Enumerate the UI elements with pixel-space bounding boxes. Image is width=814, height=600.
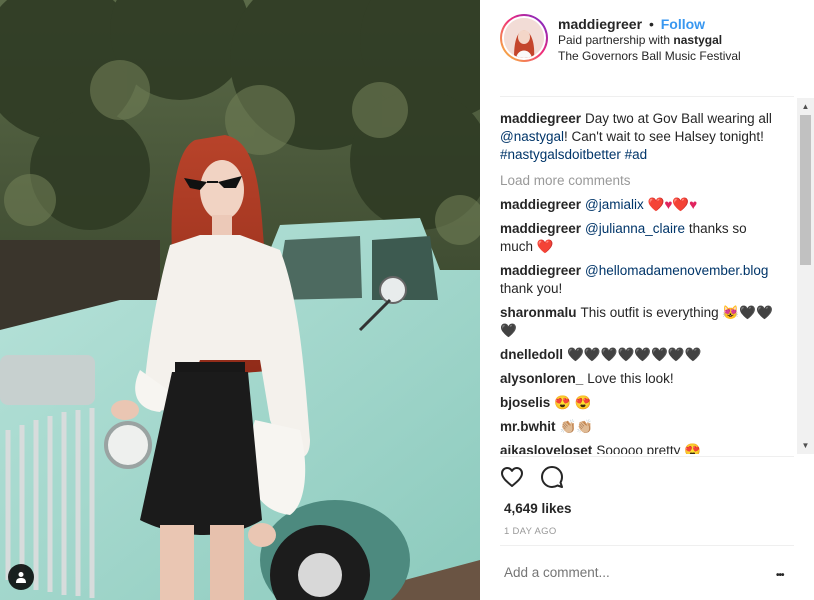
comment-username[interactable]: dnelledoll bbox=[500, 347, 563, 362]
hashtag-link[interactable]: #ad bbox=[625, 147, 648, 162]
comment-item: mr.bwhit 👏🏼👏🏼 bbox=[500, 418, 778, 436]
comment-emoji: 🖤🖤🖤🖤🖤🖤🖤🖤 bbox=[567, 347, 702, 362]
comment-emoji: ❤️ bbox=[536, 239, 554, 254]
person-tag-icon bbox=[15, 571, 27, 583]
comment-username[interactable]: mr.bwhit bbox=[500, 419, 556, 434]
post-timestamp[interactable]: 1 DAY AGO bbox=[504, 526, 557, 537]
caption-text-2: ! Can't wait to see Halsey tonight! bbox=[564, 129, 764, 144]
caption-text: Day two at Gov Ball wearing all bbox=[585, 111, 772, 126]
header-username[interactable]: maddiegreer bbox=[558, 16, 642, 32]
comment-username[interactable]: maddiegreer bbox=[500, 263, 581, 278]
comment-mention[interactable]: @julianna_claire bbox=[585, 221, 685, 236]
comment-text: Love this look! bbox=[587, 371, 674, 386]
tagged-people-button[interactable] bbox=[8, 564, 34, 590]
comment-emoji: 😍 😍 bbox=[554, 395, 592, 410]
comment-item: bjoselis 😍 😍 bbox=[500, 394, 778, 412]
comment-item: maddiegreer @jamialix ❤️♥❤️♥ bbox=[500, 196, 778, 214]
partnership-prefix: Paid partnership with bbox=[558, 33, 674, 47]
comment-item: maddiegreer @julianna_claire thanks so mu… bbox=[500, 220, 778, 256]
post-header: maddiegreer • Follow Paid partnership wi… bbox=[480, 0, 814, 96]
ellipsis-icon: ••• bbox=[776, 570, 784, 581]
action-bar bbox=[500, 465, 580, 489]
comment-mention[interactable]: @jamialix bbox=[585, 197, 644, 212]
post-side-panel: maddiegreer • Follow Paid partnership wi… bbox=[480, 0, 814, 600]
comment-username[interactable]: bjoselis bbox=[500, 395, 550, 410]
comment-username[interactable]: maddiegreer bbox=[500, 221, 581, 236]
scroll-up-icon[interactable]: ▲ bbox=[797, 98, 814, 115]
comment-text: This outfit is everything bbox=[580, 305, 723, 320]
paid-partnership: Paid partnership with nastygal bbox=[558, 32, 741, 48]
comment-mention[interactable]: @hellomadamenovember.blog bbox=[585, 263, 768, 278]
comments-scrollbar[interactable]: ▲ ▼ bbox=[797, 98, 814, 454]
follow-button[interactable]: Follow bbox=[661, 16, 705, 32]
caption-mention[interactable]: @nastygal bbox=[500, 129, 564, 144]
load-more-comments-button[interactable]: Load more comments bbox=[500, 172, 778, 190]
photo-illustration bbox=[0, 0, 480, 600]
comment-item: dnelledoll 🖤🖤🖤🖤🖤🖤🖤🖤 bbox=[500, 346, 778, 364]
location-link[interactable]: The Governors Ball Music Festival bbox=[558, 48, 741, 64]
comment-item: aikasloveloset Sooooo pretty 😍 bbox=[500, 442, 778, 454]
comments-divider bbox=[500, 456, 794, 457]
caption: maddiegreer Day two at Gov Ball wearing a… bbox=[500, 110, 778, 164]
comment-username[interactable]: alysonloren_ bbox=[500, 371, 583, 386]
scroll-down-icon[interactable]: ▼ bbox=[797, 437, 814, 454]
header-divider bbox=[500, 96, 794, 97]
comment-username[interactable]: aikasloveloset bbox=[500, 443, 592, 454]
caption-username[interactable]: maddiegreer bbox=[500, 111, 581, 126]
avatar[interactable] bbox=[500, 14, 548, 62]
avatar-image bbox=[504, 18, 544, 58]
hashtag-link[interactable]: #nastygalsdoitbetter bbox=[500, 147, 621, 162]
comment-item: maddiegreer @hellomadamenovember.blog tha… bbox=[500, 262, 778, 298]
comment-username[interactable]: maddiegreer bbox=[500, 197, 581, 212]
comments-list[interactable]: maddiegreer Day two at Gov Ball wearing a… bbox=[500, 110, 778, 454]
speech-bubble-icon[interactable] bbox=[540, 465, 564, 489]
footer-divider bbox=[500, 545, 794, 546]
comment-item: alysonloren_ Love this look! bbox=[500, 370, 778, 388]
post-photo[interactable] bbox=[0, 0, 480, 600]
like-count[interactable]: 4,649 likes bbox=[504, 501, 572, 516]
heart-outline-icon[interactable] bbox=[500, 465, 524, 489]
separator-dot: • bbox=[648, 16, 654, 32]
comment-emoji: 👏🏼👏🏼 bbox=[559, 419, 594, 434]
more-options-button[interactable]: ••• bbox=[776, 566, 784, 581]
add-comment-input[interactable] bbox=[504, 565, 764, 580]
comment-username[interactable]: sharonmalu bbox=[500, 305, 577, 320]
post-dialog: maddiegreer • Follow Paid partnership wi… bbox=[0, 0, 814, 600]
comment-item: sharonmalu This outfit is everything 😻🖤🖤🖤 bbox=[500, 304, 778, 340]
scrollbar-thumb[interactable] bbox=[800, 115, 811, 265]
partner-link[interactable]: nastygal bbox=[673, 33, 722, 47]
comment-text: Sooooo pretty bbox=[596, 443, 685, 454]
comment-emoji: 😍 bbox=[684, 443, 701, 454]
comment-text: thank you! bbox=[500, 281, 563, 296]
comment-emoji: ❤️♥❤️♥ bbox=[647, 197, 698, 212]
